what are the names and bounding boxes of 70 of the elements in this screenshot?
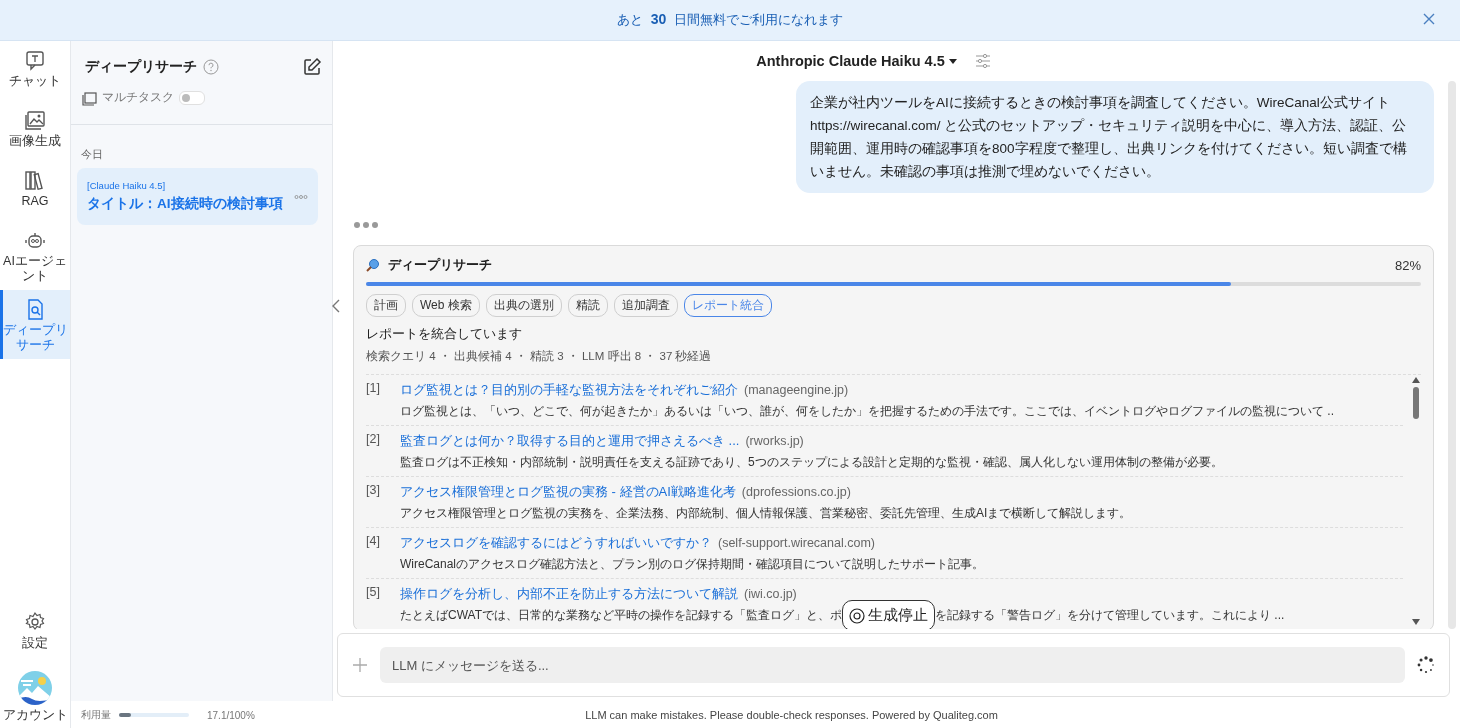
source-domain: (iwi.co.jp) (744, 587, 797, 601)
history-title: タイトル：AI接続時の検討事項 (87, 195, 284, 213)
windows-icon (81, 89, 97, 106)
collapse-icon[interactable] (331, 299, 341, 313)
plus-icon[interactable] (352, 657, 368, 673)
source-domain: (manageengine.jp) (744, 383, 849, 397)
stats-text: 検索クエリ 4 ・ 出典候補 4 ・ 精読 3 ・ LLM 呼出 8 ・ 37 秒経過 (366, 349, 713, 364)
account-button[interactable]: アカウント (0, 663, 70, 728)
chat-icon (24, 49, 46, 71)
source-index: [3] (366, 483, 381, 499)
source-index: [5] (366, 585, 381, 601)
multitask-toggle[interactable] (179, 90, 205, 105)
step-chip[interactable]: 精読 (567, 294, 608, 317)
nav-item[interactable]: 画像生成 (0, 101, 70, 161)
nav-item[interactable]: RAG (0, 161, 70, 221)
source-snippet: 監査ログは不正検知・内部統制・説明責任を支える証跡であり、5つのステップによる設計と定期的な監視・確認、属人化しない運用体制の整備が必要。 (400, 454, 1223, 471)
source-snippet: アクセス権限管理とログ監視の実務を、企業法務、内部統制、個人情報保護、営業秘密、委託先管理、生成AIまで横断して解説します。 (400, 505, 1132, 522)
step-chip[interactable]: レポート統合 (683, 294, 772, 317)
model-tag: [Claude Haiku 4.5] (87, 180, 294, 191)
nav-item[interactable]: ディープリサーチ (0, 290, 70, 359)
close-icon[interactable] (1422, 12, 1436, 26)
source-link[interactable]: アクセスログを確認するにはどうすればいいですか？ (400, 534, 712, 552)
more-icon[interactable] (294, 193, 308, 200)
caret-icon (948, 58, 957, 64)
source-index: [2] (366, 432, 381, 448)
nav-item[interactable]: チャット (0, 41, 70, 101)
step-chip[interactable]: 計画 (366, 294, 406, 317)
source-snippet: WireCanalのアクセスログ確認方法と、プラン別のログ保持期間・確認項目について説明したサポート記事。 (400, 556, 984, 573)
settings-button[interactable]: 設定 (0, 603, 70, 663)
user-message: 企業が社内ツールをAIに接続するときの検討事項を調査してください。WireCanal公式サイト https://wirecanal.com/ と公式のセットアップ・セキュリティ説明を中心に、導入方法、認証、公開範囲、運用時の確認事項を800字程度で整理し、出典リンクを付けてください。短い調査で構いません。未確認の事項は推測で埋めないでください。 (796, 81, 1434, 193)
group-label: 今日 (80, 147, 104, 162)
multitask-label: マルチタスク (102, 89, 174, 106)
status-text: レポートを統合しています (366, 325, 523, 343)
spinner-icon (1417, 656, 1435, 674)
source-domain: (dprofessions.co.jp) (741, 485, 851, 499)
scrollbar[interactable] (1448, 81, 1456, 629)
disclaimer: LLM can make mistakes. Please double-check responses. Powered by Qualiteg.com (584, 709, 999, 721)
source-link[interactable]: ログ監視とは？目的別の手軽な監視方法をそれぞれご紹介 (400, 381, 738, 399)
progress-percent: 82% (1394, 257, 1421, 273)
image-icon (24, 109, 46, 131)
help-icon[interactable] (203, 59, 219, 75)
step-chip[interactable]: Web 検索 (412, 294, 480, 317)
model-selector[interactable]: Anthropic Claude Haiku 4.5 (756, 53, 957, 69)
source-snippet: を記録する「警告ログ」を分けて管理しています。これにより ... (935, 607, 1285, 624)
source-link[interactable]: アクセス権限管理とログ監視の実務 - 経営のAI戦略進化考 (400, 483, 736, 501)
history-item[interactable]: [Claude Haiku 4.5] タイトル：AI接続時の検討事項 (77, 168, 318, 225)
scrollbar[interactable] (1411, 375, 1421, 627)
stop-button[interactable]: 生成停止 (842, 600, 935, 629)
message-input[interactable]: LLM にメッセージを送る... (380, 647, 1405, 683)
sidebar-title: ディープリサーチ (85, 58, 197, 76)
source-link[interactable]: 操作ログを分析し、内部不正を防止する方法について解説 (400, 585, 738, 603)
stop-icon (849, 607, 865, 624)
source-index: [1] (366, 381, 381, 397)
step-chip[interactable]: 出典の選別 (485, 294, 562, 317)
usage-label: 利用量 (81, 708, 111, 722)
nav-item[interactable]: AIエージェント (0, 221, 70, 290)
step-chip[interactable]: 追加調査 (613, 294, 678, 317)
source-index: [4] (366, 534, 381, 550)
magnifier-icon (366, 258, 380, 272)
sliders-icon[interactable] (974, 54, 991, 68)
edit-icon[interactable] (302, 57, 322, 77)
source-snippet: たとえばCWATでは、日常的な業務など平時の操作を記録する「監査ログ」と、ポ (400, 607, 842, 624)
source-domain: (rworks.jp) (745, 434, 804, 448)
source-link[interactable]: 監査ログとは何か？取得する目的と運用で押さえるべき ... (400, 432, 740, 450)
source-domain: (self-support.wirecanal.com) (718, 536, 875, 550)
trial-notice: あと 30 日間無料でご利用になれます (617, 11, 843, 29)
usage-reading: 17.1/100% (207, 709, 255, 721)
research-title: ディープリサーチ (388, 256, 492, 274)
source-snippet: ログ監視とは、「いつ、どこで、何が起きたか」あるいは「いつ、誰が、何をしたか」を把握するための手法です。ここでは、イベントログやログファイルの監視について .. (400, 403, 1334, 420)
books-icon (24, 169, 46, 191)
